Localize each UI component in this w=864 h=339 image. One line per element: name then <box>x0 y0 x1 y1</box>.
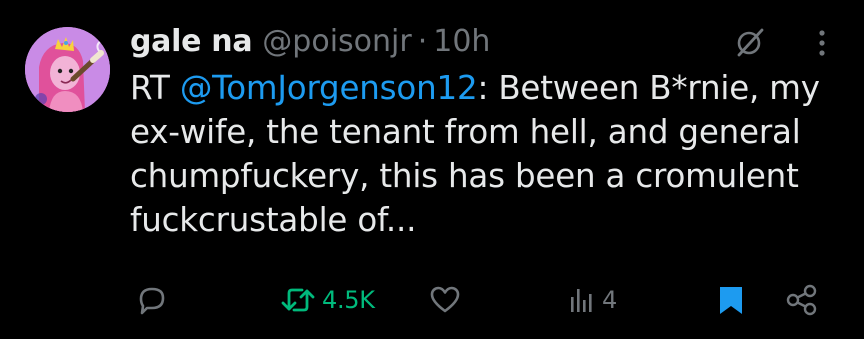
grok-icon[interactable] <box>732 24 768 64</box>
separator-dot: · <box>417 24 428 59</box>
tweet-header: gale na @poisonjr · 10h <box>130 24 490 60</box>
heart-icon <box>430 286 460 313</box>
views-icon <box>571 289 592 312</box>
more-icon[interactable] <box>808 24 836 64</box>
timestamp[interactable]: 10h <box>433 24 490 60</box>
tweet[interactable]: gale na @poisonjr · 10h RT @TomJorgenson… <box>0 0 864 339</box>
retweet-icon <box>281 288 315 312</box>
rt-prefix: RT <box>130 69 180 107</box>
bookmark-icon <box>720 287 742 314</box>
share-button[interactable] <box>784 280 820 320</box>
bookmark-button[interactable] <box>716 280 746 320</box>
retweet-count: 4.5K <box>322 286 375 314</box>
avatar[interactable] <box>25 27 110 112</box>
user-handle[interactable]: @poisonjr <box>262 24 411 60</box>
action-bar: 4.5K 4 <box>0 280 864 320</box>
like-button[interactable] <box>428 280 462 320</box>
retweet-button[interactable]: 4.5K <box>280 280 375 320</box>
reply-icon <box>139 287 165 315</box>
views-button[interactable]: 4 <box>566 280 617 320</box>
display-name[interactable]: gale na <box>130 24 253 60</box>
reply-button[interactable] <box>135 280 169 320</box>
views-count: 4 <box>602 286 617 314</box>
share-icon <box>786 284 817 316</box>
tweet-text: RT @TomJorgenson12: Between B*rnie, my e… <box>130 66 840 242</box>
avatar-image <box>25 27 110 112</box>
mention-link[interactable]: @TomJorgenson12 <box>180 69 478 107</box>
